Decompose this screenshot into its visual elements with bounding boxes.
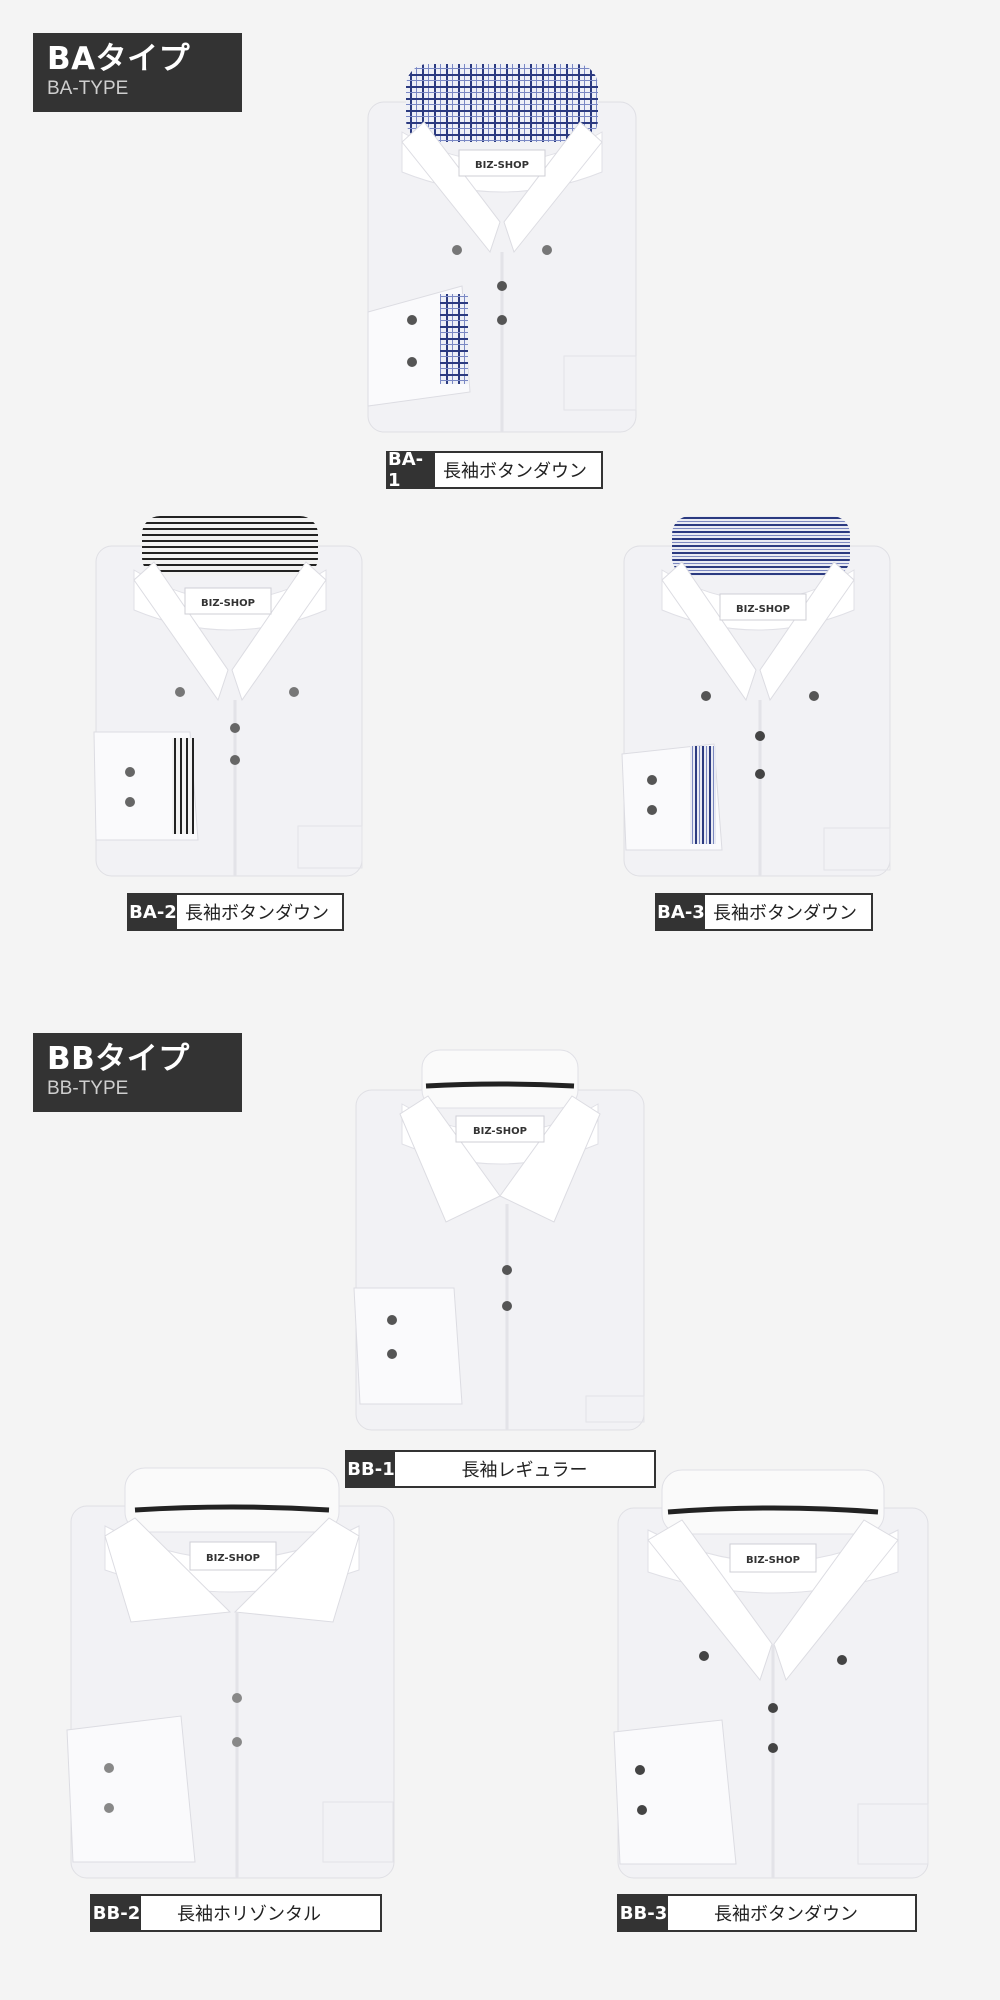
- product-label-ba-2[interactable]: BA-2 長袖ボタンダウン: [127, 893, 344, 931]
- product-code: BB-2: [92, 1896, 141, 1930]
- product-image-ba-3[interactable]: BIZ-SHOP: [618, 510, 896, 878]
- brand-tag: BIZ-SHOP: [206, 1553, 260, 1564]
- product-label-ba-3[interactable]: BA-3 長袖ボタンダウン: [655, 893, 873, 931]
- section-title: BAタイプ: [47, 41, 191, 77]
- product-image-bb-3[interactable]: BIZ-SHOP: [612, 1464, 934, 1882]
- product-label-ba-1[interactable]: BA-1 長袖ボタンダウン: [386, 449, 603, 491]
- product-name: 長袖ボタンダウン: [713, 903, 857, 924]
- product-name: 長袖ボタンダウン: [185, 903, 329, 924]
- product-name: 長袖ボタンダウン: [443, 461, 587, 482]
- brand-tag: BIZ-SHOP: [746, 1555, 800, 1566]
- section-subtitle: BA-TYPE: [47, 78, 129, 99]
- product-name: 長袖ホリゾンタル: [177, 1904, 321, 1925]
- product-image-bb-2[interactable]: BIZ-SHOP: [65, 1462, 400, 1882]
- product-image-ba-2[interactable]: BIZ-SHOP: [90, 510, 368, 878]
- product-label-bb-3[interactable]: BB-3 長袖ボタンダウン: [617, 1894, 917, 1932]
- brand-tag: BIZ-SHOP: [475, 160, 529, 171]
- product-code: BA-2: [129, 895, 177, 929]
- section-title: BBタイプ: [47, 1041, 190, 1077]
- product-code: BA-1: [388, 449, 435, 491]
- product-code: BB-3: [619, 1896, 668, 1930]
- product-image-ba-1[interactable]: BIZ-SHOP: [362, 62, 642, 434]
- brand-tag: BIZ-SHOP: [201, 598, 255, 609]
- section-header-ba: BAタイプ BA-TYPE: [33, 33, 242, 112]
- product-name: 長袖ボタンダウン: [714, 1904, 858, 1925]
- section-header-bb: BBタイプ BB-TYPE: [33, 1033, 242, 1112]
- brand-tag: BIZ-SHOP: [736, 604, 790, 615]
- product-code: BA-3: [657, 895, 705, 929]
- section-subtitle: BB-TYPE: [47, 1078, 129, 1099]
- brand-tag: BIZ-SHOP: [473, 1126, 527, 1137]
- product-image-bb-1[interactable]: BIZ-SHOP: [350, 1044, 650, 1432]
- product-label-bb-2[interactable]: BB-2 長袖ホリゾンタル: [90, 1894, 382, 1932]
